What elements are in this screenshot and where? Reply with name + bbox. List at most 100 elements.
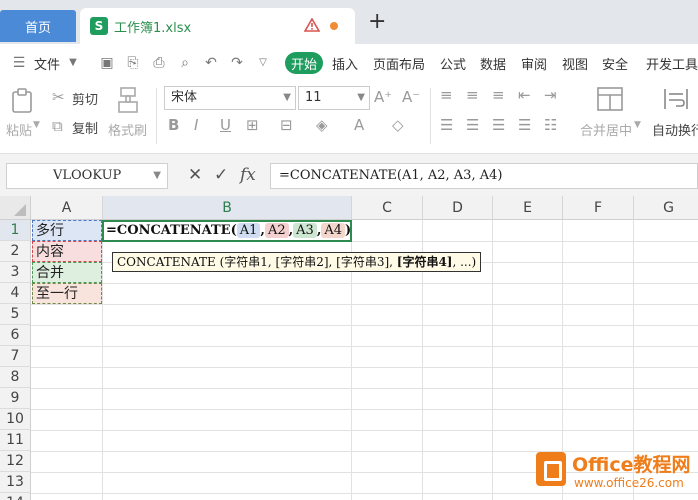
menu-formulas[interactable]: 公式 bbox=[440, 54, 466, 73]
merge-center-button[interactable]: 合并居中 bbox=[580, 120, 632, 139]
cancel-icon[interactable]: ✕ bbox=[188, 165, 202, 185]
cell-b1-formula[interactable]: =CONCATENATE(A1, A2, A3, A4) bbox=[106, 221, 351, 241]
justify-icon[interactable]: ☰ bbox=[518, 116, 531, 134]
format-painter-icon[interactable] bbox=[116, 86, 140, 114]
row-header-3[interactable]: 3 bbox=[0, 262, 31, 283]
chevron-down-icon: ▼ bbox=[357, 92, 365, 103]
indent-increase-icon[interactable]: ⇥ bbox=[544, 86, 557, 104]
merge-center-icon[interactable] bbox=[596, 86, 624, 112]
spreadsheet-icon: S bbox=[90, 17, 108, 35]
col-header-e[interactable]: E bbox=[493, 196, 563, 220]
fill-color-icon[interactable]: ◈ bbox=[316, 116, 328, 134]
wrap-text-icon[interactable] bbox=[662, 86, 690, 112]
row-header-12[interactable]: 12 bbox=[0, 451, 31, 472]
col-header-b[interactable]: B bbox=[103, 196, 352, 220]
paste-button[interactable]: 粘贴 bbox=[6, 120, 32, 139]
copy-button[interactable]: 复制 bbox=[72, 118, 98, 137]
align-bottom-icon[interactable]: ≡ bbox=[492, 86, 505, 104]
row-header-9[interactable]: 9 bbox=[0, 388, 31, 409]
row-header-7[interactable]: 7 bbox=[0, 346, 31, 367]
distributed-icon[interactable]: ☷ bbox=[544, 116, 557, 134]
menu-data[interactable]: 数据 bbox=[480, 54, 506, 73]
cell-a3-text: 合并 bbox=[36, 265, 64, 281]
menu-bar: ☰ 文件 ▼ ▣ ⎘ ⎙ ⌕ ↶ ↷ ▽ 开始 插入 页面布局 公式 数据 审阅… bbox=[0, 44, 698, 82]
save-icon[interactable]: ▣ bbox=[98, 54, 116, 72]
paste-dropdown-icon[interactable]: ▼ bbox=[33, 120, 40, 130]
cut-button[interactable]: 剪切 bbox=[72, 89, 98, 108]
font-size-select[interactable]: 11 ▼ bbox=[298, 86, 370, 110]
row-header-4[interactable]: 4 bbox=[0, 283, 31, 304]
print-icon[interactable]: ⎙ bbox=[150, 54, 168, 72]
copy-icon: ⧉ bbox=[52, 117, 63, 135]
new-tab-button[interactable]: + bbox=[368, 11, 386, 33]
undo-icon[interactable]: ↶ bbox=[202, 54, 220, 72]
paste-icon[interactable] bbox=[10, 88, 34, 114]
merge-dropdown-icon[interactable]: ▼ bbox=[634, 120, 641, 130]
chevron-down-icon: ▼ bbox=[153, 170, 161, 181]
col-header-c[interactable]: C bbox=[352, 196, 423, 220]
export-icon[interactable]: ⎘ bbox=[124, 54, 142, 72]
chevron-down-icon[interactable]: ▼ bbox=[64, 54, 82, 72]
increase-font-icon[interactable]: A⁺ bbox=[374, 88, 392, 106]
auto-wrap-button[interactable]: 自动换行 bbox=[652, 120, 698, 139]
name-box[interactable]: VLOOKUP ▼ bbox=[6, 163, 168, 189]
menu-security[interactable]: 安全 bbox=[602, 54, 628, 73]
formula-input[interactable]: =CONCATENATE(A1, A2, A3, A4) bbox=[270, 163, 698, 189]
align-right-icon[interactable]: ☰ bbox=[492, 116, 505, 134]
row-header-8[interactable]: 8 bbox=[0, 367, 31, 388]
watermark-title: Office教程网 bbox=[572, 454, 691, 476]
font-color-icon[interactable]: A bbox=[354, 116, 364, 134]
formula-arg-a1: A1 bbox=[236, 223, 261, 238]
row-header-13[interactable]: 13 bbox=[0, 472, 31, 493]
row-header-6[interactable]: 6 bbox=[0, 325, 31, 346]
office-logo-icon bbox=[536, 452, 566, 486]
tab-workbook[interactable]: S 工作簿1.xlsx bbox=[80, 8, 355, 44]
col-header-g[interactable]: G bbox=[634, 196, 698, 220]
italic-icon[interactable]: I bbox=[194, 116, 198, 134]
menu-start[interactable]: 开始 bbox=[285, 52, 323, 74]
menu-developer[interactable]: 开发工具 bbox=[646, 54, 698, 73]
confirm-check-icon[interactable]: ✓ bbox=[214, 165, 228, 185]
row-header-1[interactable]: 1 bbox=[0, 220, 31, 241]
print-preview-icon[interactable]: ⌕ bbox=[176, 54, 194, 72]
align-left-icon[interactable]: ☰ bbox=[440, 116, 453, 134]
menu-view[interactable]: 视图 bbox=[562, 54, 588, 73]
row-header-14[interactable]: 14 bbox=[0, 493, 31, 500]
gridline bbox=[102, 220, 103, 500]
insert-function-icon[interactable]: fx bbox=[240, 165, 256, 185]
bold-icon[interactable]: B bbox=[168, 116, 179, 134]
border-icon[interactable]: ⊞ bbox=[246, 116, 259, 134]
menu-review[interactable]: 审阅 bbox=[521, 54, 547, 73]
col-header-d[interactable]: D bbox=[423, 196, 493, 220]
row-header-5[interactable]: 5 bbox=[0, 304, 31, 325]
eraser-icon[interactable]: ◇ bbox=[392, 116, 404, 134]
col-header-a[interactable]: A bbox=[31, 196, 103, 220]
formula-arg-a3: A3 bbox=[293, 223, 317, 238]
row-header-10[interactable]: 10 bbox=[0, 409, 31, 430]
align-center-icon[interactable]: ☰ bbox=[466, 116, 479, 134]
hamburger-icon[interactable]: ☰ bbox=[10, 54, 28, 72]
gridline bbox=[31, 325, 698, 326]
format-painter-button[interactable]: 格式刷 bbox=[108, 120, 147, 139]
cell-style-icon[interactable]: ⊟ bbox=[280, 116, 293, 134]
gridline bbox=[492, 220, 493, 500]
formula-prefix: =CONCATENATE( bbox=[106, 223, 237, 238]
tab-home[interactable]: 首页 bbox=[0, 10, 76, 42]
tab-bar: 首页 S 工作簿1.xlsx + bbox=[0, 0, 698, 44]
redo-icon[interactable]: ↷ bbox=[228, 54, 246, 72]
scissors-icon: ✂ bbox=[52, 88, 65, 106]
font-name-select[interactable]: 宋体 ▼ bbox=[164, 86, 296, 110]
menu-insert[interactable]: 插入 bbox=[332, 54, 358, 73]
customize-icon[interactable]: ▽ bbox=[254, 54, 272, 72]
menu-file[interactable]: 文件 bbox=[34, 54, 60, 73]
row-header-11[interactable]: 11 bbox=[0, 430, 31, 451]
underline-icon[interactable]: U bbox=[220, 116, 231, 134]
col-header-f[interactable]: F bbox=[563, 196, 634, 220]
row-header-2[interactable]: 2 bbox=[0, 241, 31, 262]
align-middle-icon[interactable]: ≡ bbox=[466, 86, 479, 104]
align-top-icon[interactable]: ≡ bbox=[440, 86, 453, 104]
indent-decrease-icon[interactable]: ⇤ bbox=[518, 86, 531, 104]
decrease-font-icon[interactable]: A⁻ bbox=[402, 88, 420, 106]
menu-page-layout[interactable]: 页面布局 bbox=[373, 54, 425, 73]
select-all-corner[interactable] bbox=[0, 196, 31, 220]
